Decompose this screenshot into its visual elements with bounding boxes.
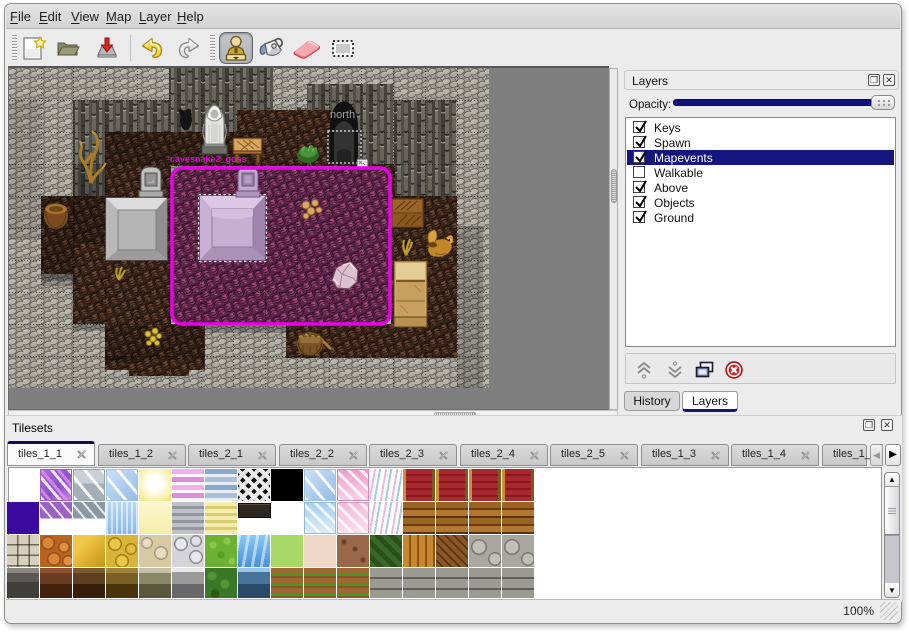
svg-text:cavesnake2_goss: cavesnake2_goss: [170, 154, 247, 164]
svg-text:north: north: [330, 109, 355, 121]
